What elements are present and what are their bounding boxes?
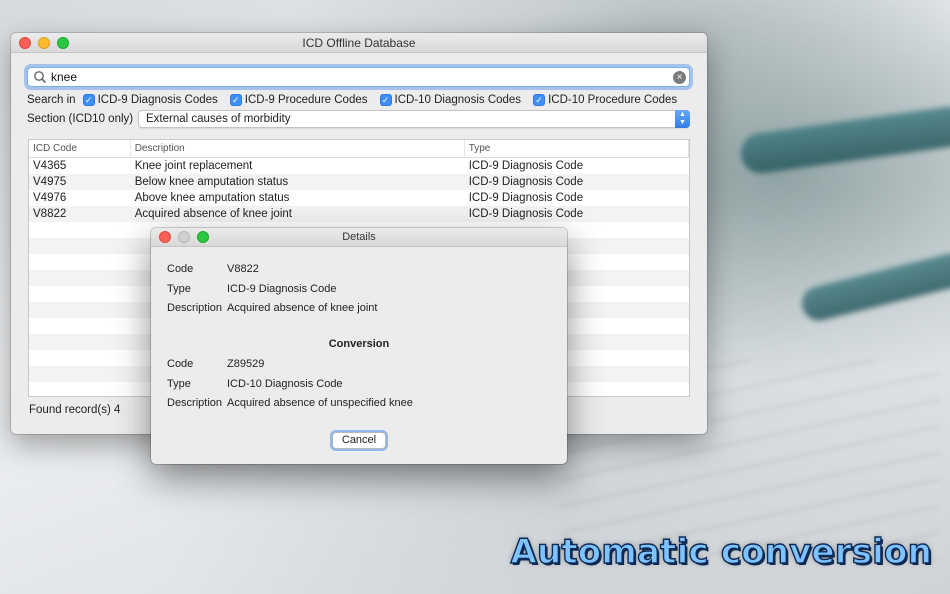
updown-chevron-icon: ▲ ▼ <box>675 110 690 128</box>
zoom-window-button[interactable] <box>57 37 69 49</box>
checkbox-icd10-diagnosis[interactable]: ✓ ICD-10 Diagnosis Codes <box>379 94 522 106</box>
detail-code-value: V8822 <box>227 263 259 275</box>
checkmark-icon: ✓ <box>533 94 546 106</box>
table-row[interactable]: V4975 Below knee amputation status ICD-9… <box>29 174 689 190</box>
details-titlebar: Details <box>151 228 567 247</box>
search-in-label: Search in <box>27 94 76 106</box>
conversion-description-row: Description Acquired absence of unspecif… <box>167 397 413 409</box>
detail-code-row: Code V8822 <box>167 263 259 275</box>
details-dialog: Details Code V8822 Type ICD-9 Diagnosis … <box>151 228 567 464</box>
table-row[interactable]: V4365 Knee joint replacement ICD-9 Diagn… <box>29 158 689 174</box>
checkbox-icd9-procedure[interactable]: ✓ ICD-9 Procedure Codes <box>229 94 368 106</box>
conversion-description-value: Acquired absence of unspecified knee <box>227 397 413 409</box>
cell-description: Below knee amputation status <box>134 176 289 188</box>
search-field[interactable]: × <box>27 67 690 87</box>
dialog-window-controls <box>159 231 209 243</box>
checkbox-label: ICD-9 Procedure Codes <box>244 94 368 106</box>
cancel-button[interactable]: Cancel <box>332 432 386 449</box>
window-title: ICD Offline Database <box>302 36 416 50</box>
search-in-row: Search in ✓ ICD-9 Diagnosis Codes ✓ ICD-… <box>27 92 689 108</box>
search-icon <box>34 71 46 83</box>
table-header: ICD Code Description Type <box>29 140 689 158</box>
background-stethoscope-tube <box>798 249 950 325</box>
conversion-heading: Conversion <box>328 338 390 350</box>
conversion-code-value: Z89529 <box>227 358 265 370</box>
detail-type-label: Type <box>167 283 191 295</box>
minimize-window-button[interactable] <box>38 37 50 49</box>
column-header-icd-code[interactable]: ICD Code <box>29 140 131 157</box>
detail-type-row: Type ICD-9 Diagnosis Code <box>167 283 336 295</box>
conversion-description-label: Description <box>167 397 223 409</box>
section-row: Section (ICD10 only) External causes of … <box>27 110 690 128</box>
cell-type: ICD-9 Diagnosis Code <box>468 192 584 204</box>
checkmark-icon: ✓ <box>82 94 95 106</box>
dialog-title: Details <box>342 231 376 243</box>
clear-search-icon[interactable]: × <box>673 70 686 84</box>
detail-description-value: Acquired absence of knee joint <box>227 302 378 314</box>
checkbox-icd9-diagnosis[interactable]: ✓ ICD-9 Diagnosis Codes <box>82 94 218 106</box>
promo-caption: Automatic conversion <box>510 531 933 572</box>
close-window-button[interactable] <box>19 37 31 49</box>
conversion-code-label: Code <box>167 358 194 370</box>
window-controls <box>19 37 69 49</box>
cell-type: ICD-9 Diagnosis Code <box>468 208 584 220</box>
table-row[interactable]: V4976 Above knee amputation status ICD-9… <box>29 190 689 206</box>
detail-description-row: Description Acquired absence of knee joi… <box>167 302 377 314</box>
column-header-type[interactable]: Type <box>465 140 689 157</box>
cell-description: Acquired absence of knee joint <box>134 208 292 220</box>
checkmark-icon: ✓ <box>229 94 242 106</box>
detail-type-value: ICD-9 Diagnosis Code <box>227 283 337 295</box>
cell-description: Knee joint replacement <box>134 160 253 172</box>
detail-code-label: Code <box>167 263 194 275</box>
conversion-type-label: Type <box>167 378 191 390</box>
column-header-description[interactable]: Description <box>131 140 465 157</box>
checkbox-label: ICD-9 Diagnosis Codes <box>97 94 218 106</box>
cell-type: ICD-9 Diagnosis Code <box>468 160 584 172</box>
minimize-dialog-button <box>178 231 190 243</box>
cell-type: ICD-9 Diagnosis Code <box>468 176 584 188</box>
conversion-code-row: Code Z89529 <box>167 358 264 370</box>
found-records-status: Found record(s) 4 <box>29 404 121 416</box>
checkbox-label: ICD-10 Procedure Codes <box>548 94 678 106</box>
section-select[interactable]: External causes of morbidity ▲ ▼ <box>138 110 690 128</box>
checkmark-icon: ✓ <box>379 94 392 106</box>
conversion-type-row: Type ICD-10 Diagnosis Code <box>167 378 343 390</box>
checkbox-label: ICD-10 Diagnosis Codes <box>394 94 522 106</box>
cell-code: V4975 <box>33 176 67 188</box>
detail-description-label: Description <box>167 302 223 314</box>
checkbox-icd10-procedure[interactable]: ✓ ICD-10 Procedure Codes <box>533 94 677 106</box>
cell-code: V4365 <box>33 160 67 172</box>
search-input[interactable] <box>49 70 673 84</box>
cell-code: V4976 <box>33 192 67 204</box>
section-select-value: External causes of morbidity <box>146 113 291 125</box>
cell-description: Above knee amputation status <box>134 192 290 204</box>
zoom-dialog-button[interactable] <box>197 231 209 243</box>
background-stethoscope-tube <box>738 104 950 176</box>
section-label: Section (ICD10 only) <box>27 113 134 125</box>
cell-code: V8822 <box>33 208 67 220</box>
conversion-type-value: ICD-10 Diagnosis Code <box>227 378 343 390</box>
main-window-titlebar: ICD Offline Database <box>11 33 707 53</box>
table-row[interactable]: V8822 Acquired absence of knee joint ICD… <box>29 206 689 222</box>
close-dialog-button[interactable] <box>159 231 171 243</box>
